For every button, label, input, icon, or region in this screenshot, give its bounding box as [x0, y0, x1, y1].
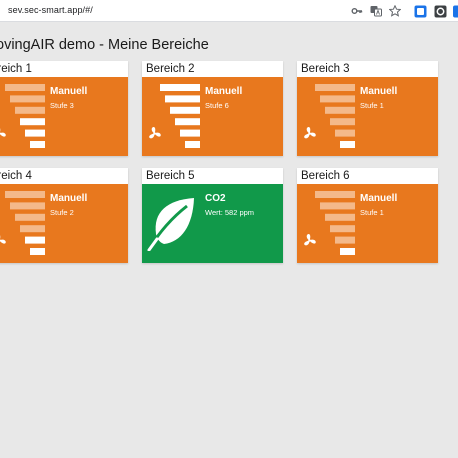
level-bar-3 — [20, 118, 45, 126]
tile-detail-label: Stufe 6 — [205, 101, 229, 110]
fan-icon — [149, 127, 161, 139]
extension-icon[interactable] — [413, 4, 427, 18]
page-title: ovingAIR demo - Meine Bereiche — [0, 37, 209, 53]
fan-icon — [0, 235, 6, 244]
tile-body: CO2 Wert: 582 ppm — [142, 184, 283, 263]
level-bar-2 — [335, 236, 355, 244]
level-bar-6 — [5, 84, 45, 91]
tile-title: Bereich 2 — [142, 61, 283, 77]
fan-level-indicator — [160, 84, 200, 148]
tile-mode-label: CO2 — [205, 193, 226, 204]
level-bar-2 — [25, 236, 45, 244]
key-icon[interactable] — [350, 4, 364, 18]
level-bar-6 — [315, 84, 355, 91]
tile-mode-label: Manuell — [360, 86, 398, 97]
area-tile[interactable]: Bereich 3 Manuell Stufe 1 — [297, 61, 438, 156]
tile-title: Bereich 3 — [297, 61, 438, 77]
tile-detail-label: Stufe 1 — [360, 101, 384, 110]
extension-icon-3[interactable] — [451, 4, 458, 18]
level-bar-1 — [340, 248, 355, 255]
tile-detail-label: Stufe 1 — [360, 208, 384, 217]
level-bar-1 — [30, 141, 45, 148]
tile-title: Bereich 6 — [297, 168, 438, 184]
tile-body: Manuell Stufe 6 — [142, 77, 283, 156]
level-bar-6 — [160, 84, 200, 91]
level-bar-3 — [330, 225, 355, 233]
level-bar-3 — [175, 118, 200, 126]
level-bar-3 — [20, 225, 45, 233]
area-tile[interactable]: ereich 1 Manuell Stufe 3 — [0, 61, 128, 156]
level-bar-5 — [320, 95, 355, 103]
address-bar[interactable]: sev.sec-smart.app/#/ — [8, 5, 93, 15]
tile-mode-label: Manuell — [50, 86, 88, 97]
tile-detail-label: Stufe 2 — [50, 208, 74, 217]
area-tile[interactable]: Bereich 5 CO2 Wert: 582 ppm — [142, 168, 283, 263]
tile-detail-label: Stufe 3 — [50, 101, 74, 110]
tile-mode-label: Manuell — [50, 193, 88, 204]
tile-title: Bereich 5 — [142, 168, 283, 184]
tile-body: Manuell Stufe 1 — [297, 184, 438, 263]
fan-level-indicator — [315, 191, 355, 255]
fan-level-indicator — [315, 84, 355, 148]
level-bar-4 — [325, 106, 355, 114]
level-bar-1 — [340, 141, 355, 148]
tile-body: Manuell Stufe 2 — [0, 184, 128, 263]
level-bar-4 — [15, 213, 45, 221]
tile-mode-label: Manuell — [360, 193, 398, 204]
level-bar-2 — [25, 129, 45, 137]
area-tile[interactable]: ereich 4 Manuell Stufe 2 — [0, 168, 128, 263]
fan-icon — [0, 128, 6, 137]
fan-level-indicator — [5, 84, 45, 148]
level-bar-3 — [330, 118, 355, 126]
level-bar-2 — [180, 129, 200, 137]
fan-level-indicator — [5, 191, 45, 255]
tile-detail-label: Wert: 582 ppm — [205, 208, 255, 217]
level-bar-5 — [10, 95, 45, 103]
level-bar-1 — [30, 248, 45, 255]
tile-title: ereich 1 — [0, 61, 128, 77]
tile-body: Manuell Stufe 1 — [297, 77, 438, 156]
level-bar-5 — [165, 95, 200, 103]
level-bar-5 — [10, 202, 45, 210]
level-bar-4 — [170, 106, 200, 114]
tile-title: ereich 4 — [0, 168, 128, 184]
area-tile[interactable]: Bereich 6 Manuell Stufe 1 — [297, 168, 438, 263]
level-bar-4 — [325, 213, 355, 221]
bookmark-star-icon[interactable] — [388, 4, 402, 18]
level-bar-6 — [315, 191, 355, 198]
leaf-icon — [147, 198, 194, 251]
fan-icon — [304, 234, 316, 246]
fan-icon — [304, 127, 316, 139]
level-bar-6 — [5, 191, 45, 198]
level-bar-4 — [15, 106, 45, 114]
level-bar-1 — [185, 141, 200, 148]
tile-body: Manuell Stufe 3 — [0, 77, 128, 156]
translate-icon[interactable] — [369, 4, 383, 18]
level-bar-2 — [335, 129, 355, 137]
browser-toolbar: sev.sec-smart.app/#/ — [0, 0, 458, 22]
level-bar-5 — [320, 202, 355, 210]
tile-mode-label: Manuell — [205, 86, 243, 97]
extension-icon-2[interactable] — [433, 4, 447, 18]
area-tile[interactable]: Bereich 2 Manuell Stufe 6 — [142, 61, 283, 156]
